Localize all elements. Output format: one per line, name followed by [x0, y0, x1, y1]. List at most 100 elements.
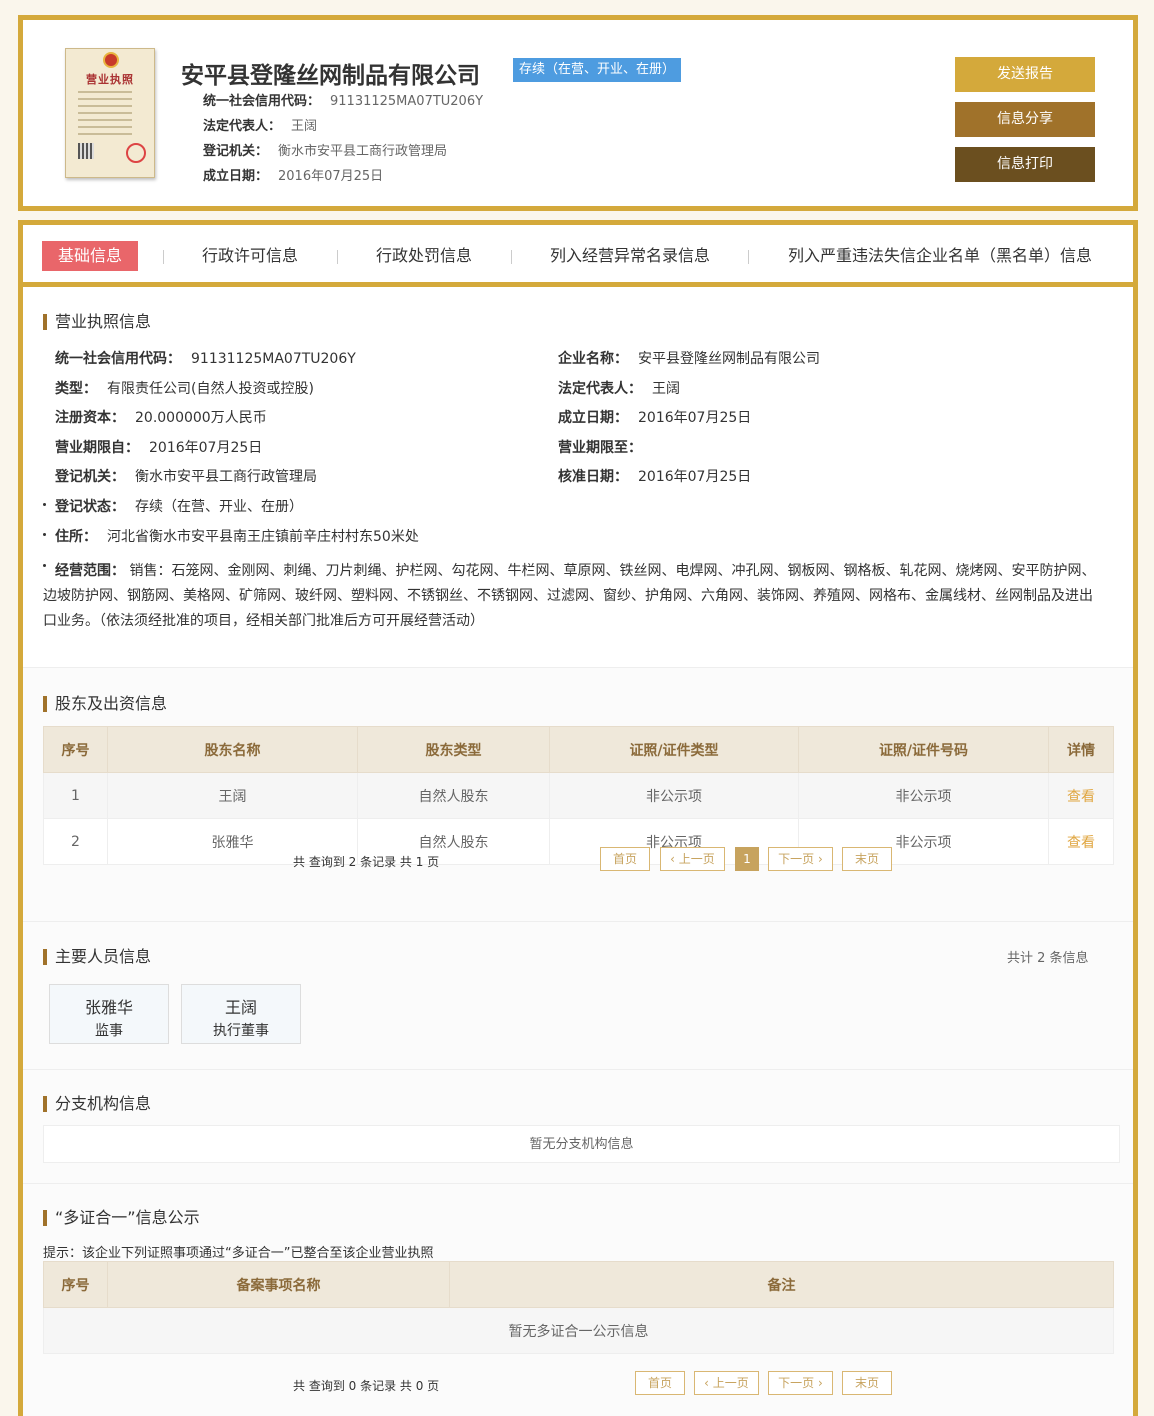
- pager-next-label: 下一页: [778, 1376, 815, 1390]
- chevron-right-icon: ›: [814, 852, 823, 866]
- field-reg-status: 登记状态： 存续（在营、开业、在册）: [55, 496, 303, 516]
- pager-prev-label: 上一页: [712, 1376, 749, 1390]
- license-image-title: 营业执照: [86, 73, 134, 86]
- personnel-section: 主要人员信息 共计 2 条信息 张雅华 监事 王阔 执行董事: [23, 921, 1133, 1069]
- tab-divider: [748, 250, 749, 264]
- field-term-from: 营业期限自： 2016年07月25日: [55, 437, 262, 457]
- pager-first-button[interactable]: 首页: [600, 847, 650, 871]
- tab-basic-info[interactable]: 基础信息: [42, 241, 139, 271]
- pager-current-page[interactable]: 1: [735, 847, 759, 871]
- license-info-section: 营业执照信息 统一社会信用代码： 91131125MA07TU206Y 企业名称：…: [23, 287, 1133, 667]
- main-content-frame: 基础信息 行政许可信息 行政处罚信息 列入经营异常名录信息 列入严重违法失信企业…: [18, 220, 1138, 1416]
- table-cell: 非公示项: [798, 818, 1049, 865]
- field-label: 营业期限自：: [55, 440, 139, 456]
- pager-last-button[interactable]: 末页: [842, 847, 892, 871]
- credit-code-value: 91131125MA07TU206Y: [330, 94, 484, 109]
- company-header-card: 营业执照 安平县登隆丝网制品有限公司 存续（在营、开业、在册） 统一社会信用代码…: [18, 15, 1138, 211]
- column-header: 备案事项名称: [107, 1261, 450, 1308]
- field-label: 统一社会信用代码：: [55, 351, 181, 367]
- reg-authority-value: 衡水市安平县工商行政管理局: [278, 144, 448, 159]
- person-name: 张雅华: [84, 998, 133, 1017]
- field-label: 营业期限至：: [558, 440, 642, 456]
- person-role: 执行董事: [213, 1023, 269, 1039]
- field-value: 存续（在营、开业、在册）: [135, 499, 303, 515]
- person-card[interactable]: 王阔 执行董事: [181, 984, 301, 1044]
- field-address: 住所： 河北省衡水市安平县南王庄镇前辛庄村村东50米处: [55, 526, 419, 546]
- section-title: 股东及出资信息: [43, 696, 167, 712]
- tab-divider: [163, 250, 164, 264]
- national-emblem-icon: [103, 52, 119, 68]
- table-header-row: 序号 股东名称 股东类型 证照/证件类型 证照/证件号码 详情: [43, 726, 1114, 773]
- chevron-left-icon: ‹: [670, 852, 679, 866]
- print-info-button[interactable]: 信息打印: [955, 147, 1095, 182]
- section-title: 分支机构信息: [43, 1096, 151, 1112]
- view-details-link[interactable]: 查看: [1048, 818, 1114, 865]
- column-header: 详情: [1048, 726, 1114, 773]
- send-report-button[interactable]: 发送报告: [955, 57, 1095, 92]
- field-value: 销售：石笼网、金刚网、刺绳、刀片刺绳、护栏网、勾花网、牛栏网、草原网、铁丝网、电…: [43, 563, 1096, 629]
- column-header: 股东类型: [357, 726, 550, 773]
- column-header: 证照/证件号码: [798, 726, 1049, 773]
- field-label: 核准日期：: [558, 469, 628, 485]
- branches-empty-message: 暂无分支机构信息: [43, 1125, 1120, 1163]
- bullet-icon: [43, 533, 46, 536]
- column-header: 股东名称: [107, 726, 358, 773]
- pager-prev-button[interactable]: ‹ 上一页: [694, 1371, 759, 1395]
- table-header-row: 序号 备案事项名称 备注: [43, 1261, 1114, 1308]
- field-label: 注册资本：: [55, 410, 125, 426]
- field-label: 住所：: [55, 529, 97, 545]
- column-header: 序号: [43, 1261, 108, 1308]
- person-card[interactable]: 张雅华 监事: [49, 984, 169, 1044]
- tab-divider: [511, 250, 512, 264]
- tab-abnormal-list[interactable]: 列入经营异常名录信息: [550, 241, 710, 271]
- table-row: 暂无多证合一公示信息: [43, 1307, 1114, 1354]
- status-badge: 存续（在营、开业、在册）: [513, 58, 682, 82]
- shareholders-table: 序号 股东名称 股东类型 证照/证件类型 证照/证件号码 详情 1 王阔 自然人…: [43, 726, 1114, 865]
- field-value: 有限责任公司(自然人投资或控股): [107, 381, 314, 397]
- tab-admin-license[interactable]: 行政许可信息: [202, 241, 298, 271]
- official-seal-icon: [126, 143, 146, 163]
- tab-blacklist[interactable]: 列入严重违法失信企业名单（黑名单）信息: [788, 241, 1092, 271]
- business-license-image[interactable]: 营业执照: [65, 48, 155, 178]
- pager-next-label: 下一页: [778, 852, 815, 866]
- field-value: 安平县登隆丝网制品有限公司: [638, 351, 820, 367]
- table-cell: 非公示项: [798, 772, 1049, 819]
- license-text-lines: [78, 91, 132, 140]
- shareholders-section: 股东及出资信息 序号 股东名称 股东类型 证照/证件类型 证照/证件号码 详情 …: [23, 667, 1133, 921]
- tab-admin-penalty[interactable]: 行政处罚信息: [376, 241, 472, 271]
- pager-info: 共 查询到 2 条记录 共 1 页: [293, 855, 440, 869]
- multi-cert-hint: 提示：该企业下列证照事项通过“多证合一”已整合至该企业营业执照: [43, 1246, 434, 1261]
- field-label: 成立日期：: [558, 410, 628, 426]
- header-est-date: 成立日期： 2016年07月25日: [203, 165, 383, 184]
- qr-code-icon: [78, 143, 94, 159]
- table-cell: 1: [43, 772, 108, 819]
- tab-bar: 基础信息 行政许可信息 行政处罚信息 列入经营异常名录信息 列入严重违法失信企业…: [23, 225, 1133, 287]
- company-name-title: 安平县登隆丝网制品有限公司: [181, 63, 480, 89]
- field-label: 类型：: [55, 381, 97, 397]
- person-name: 王阔: [224, 998, 257, 1017]
- share-info-button[interactable]: 信息分享: [955, 102, 1095, 137]
- est-date-label: 成立日期：: [203, 169, 269, 184]
- field-type: 类型： 有限责任公司(自然人投资或控股): [55, 378, 314, 398]
- field-value: 2016年07月25日: [638, 469, 752, 485]
- pager-next-button[interactable]: 下一页 ›: [768, 1371, 833, 1395]
- field-value: 衡水市安平县工商行政管理局: [135, 469, 317, 485]
- field-label: 登记机关：: [55, 469, 125, 485]
- field-business-scope: 经营范围： 销售：石笼网、金刚网、刺绳、刀片刺绳、护栏网、勾花网、牛栏网、草原网…: [43, 559, 1103, 634]
- person-role: 监事: [95, 1023, 123, 1039]
- field-term-to: 营业期限至：: [558, 437, 652, 457]
- field-approval-date: 核准日期： 2016年07月25日: [558, 466, 751, 486]
- multi-cert-table: 序号 备案事项名称 备注 暂无多证合一公示信息: [43, 1261, 1114, 1354]
- table-cell: 2: [43, 818, 108, 865]
- pager-next-button[interactable]: 下一页 ›: [768, 847, 833, 871]
- table-cell: 自然人股东: [357, 772, 550, 819]
- pager-prev-button[interactable]: ‹ 上一页: [660, 847, 725, 871]
- field-value: 王阔: [652, 381, 680, 397]
- pager-last-button[interactable]: 末页: [842, 1371, 892, 1395]
- field-label: 企业名称：: [558, 351, 628, 367]
- pager-first-button[interactable]: 首页: [635, 1371, 685, 1395]
- bullet-icon: [43, 503, 46, 506]
- multi-cert-section: “多证合一”信息公示 提示：该企业下列证照事项通过“多证合一”已整合至该企业营业…: [23, 1183, 1133, 1416]
- view-details-link[interactable]: 查看: [1048, 772, 1114, 819]
- section-title: 主要人员信息: [43, 949, 151, 965]
